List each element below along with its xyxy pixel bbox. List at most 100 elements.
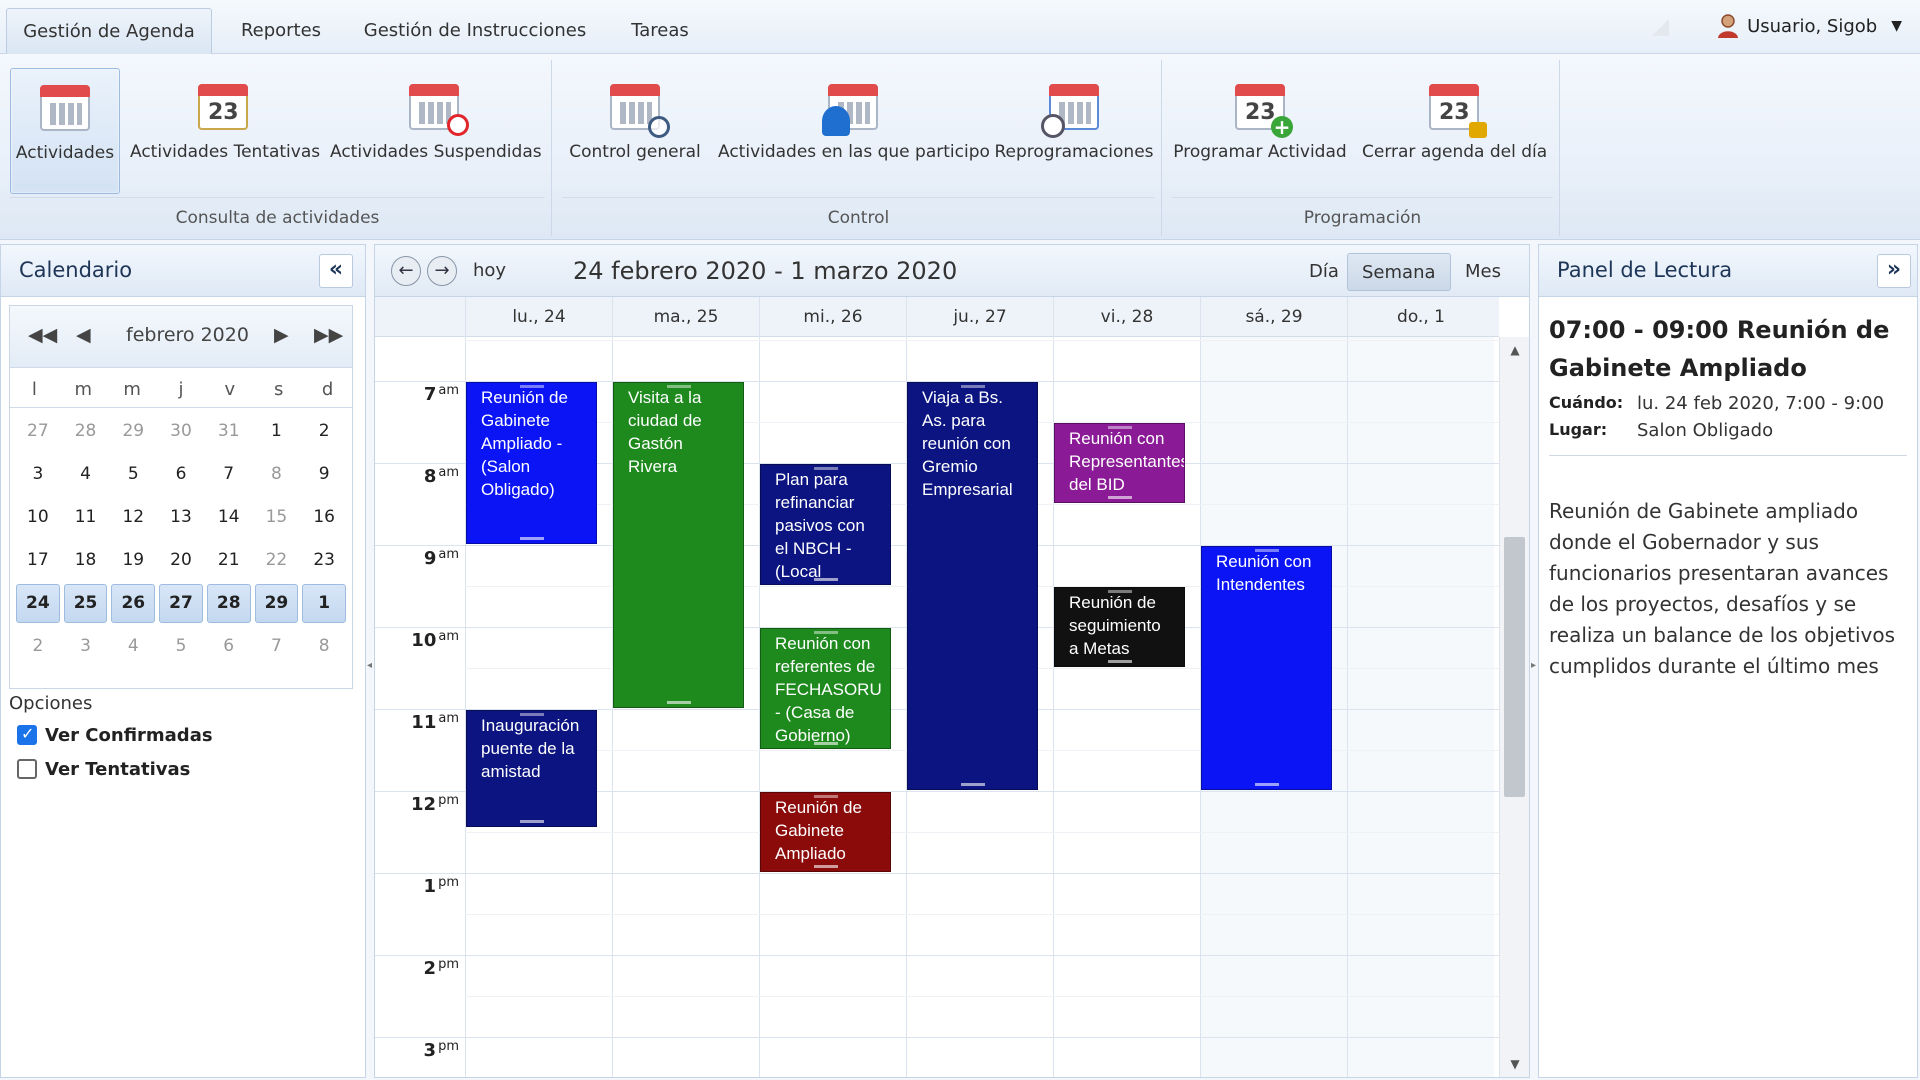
tab-tareas[interactable]: Tareas — [612, 8, 708, 54]
mini-calendar-day[interactable]: 3 — [62, 625, 110, 668]
mini-calendar-day[interactable]: 8 — [253, 453, 301, 496]
tab-gestion-instrucciones[interactable]: Gestión de Instrucciones — [356, 8, 594, 54]
day-column-header[interactable]: lu., 24 — [465, 297, 612, 337]
mini-calendar-day[interactable]: 27 — [14, 410, 62, 453]
next-year-icon[interactable]: ▶▶ — [314, 324, 343, 346]
day-column-header[interactable]: ma., 25 — [612, 297, 759, 337]
user-menu[interactable]: ◢ Usuario, Sigob ▼ — [1652, 12, 1902, 40]
mini-calendar-day[interactable]: 8 — [300, 625, 348, 668]
mini-calendar-day[interactable]: 16 — [300, 496, 348, 539]
ribbon-group-programacion: 23 + Programar Actividad 23 Cerrar agend… — [1166, 60, 1560, 236]
today-button[interactable]: hoy — [473, 260, 506, 281]
mini-calendar-day[interactable]: 23 — [300, 539, 348, 582]
scroll-down-icon[interactable]: ▼ — [1500, 1057, 1530, 1071]
calendar-event[interactable]: Reunión de Gabinete Ampliado — [760, 792, 891, 872]
mini-calendar-day[interactable]: 28 — [206, 584, 251, 623]
mini-calendar-day[interactable]: 14 — [205, 496, 253, 539]
calendar-event[interactable]: Plan para refinanciar pasivos con el NBC… — [760, 464, 891, 585]
mini-calendar-day[interactable]: 20 — [157, 539, 205, 582]
mini-calendar-day[interactable]: 22 — [253, 539, 301, 582]
hour-label: 9 am — [423, 547, 459, 569]
ver-tentativas-option[interactable]: Ver Tentativas — [17, 754, 213, 784]
actividades-suspendidas-button[interactable]: Actividades Suspendidas — [330, 68, 542, 194]
scroll-up-icon[interactable]: ▲ — [1500, 343, 1530, 357]
mini-calendar-day[interactable]: 28 — [62, 410, 110, 453]
mini-calendar-day[interactable]: 31 — [205, 410, 253, 453]
mini-calendar-day[interactable]: 17 — [14, 539, 62, 582]
view-day-button[interactable]: Día — [1295, 253, 1353, 291]
tab-gestion-agenda[interactable]: Gestión de Agenda — [6, 8, 212, 54]
main-tab-bar: Gestión de Agenda Reportes Gestión de In… — [0, 0, 1920, 54]
mini-calendar-day[interactable]: 4 — [109, 625, 157, 668]
collapse-left-button[interactable]: « — [319, 254, 353, 288]
calendar-event[interactable]: Viaja a Bs. As. para reunión con Gremio … — [907, 382, 1038, 790]
view-month-button[interactable]: Mes — [1451, 253, 1515, 291]
collapse-right-button[interactable]: » — [1877, 254, 1911, 288]
calendar-event[interactable]: Inauguración puente de la amistad — [466, 710, 597, 827]
mini-calendar-day[interactable]: 19 — [109, 539, 157, 582]
weekday-label: j — [178, 379, 184, 400]
cerrar-agenda-button[interactable]: 23 Cerrar agenda del día — [1362, 68, 1547, 194]
day-column[interactable] — [1347, 337, 1494, 1077]
day-column-header[interactable]: do., 1 — [1347, 297, 1494, 337]
tentativas-checkbox[interactable] — [17, 759, 37, 779]
scroll-thumb[interactable] — [1504, 537, 1525, 797]
mini-calendar-day[interactable]: 30 — [157, 410, 205, 453]
mini-calendar-day[interactable]: 1 — [302, 584, 346, 623]
mini-calendar-day[interactable]: 6 — [157, 453, 205, 496]
event-title: 07:00 - 09:00 Reunión de Gabinete Amplia… — [1549, 316, 1890, 382]
prev-month-icon[interactable]: ◀ — [76, 324, 91, 346]
mini-calendar-day[interactable]: 24 — [16, 584, 60, 623]
calendar-event[interactable]: Reunión con Intendentes — [1201, 546, 1332, 790]
actividades-button[interactable]: Actividades — [10, 68, 120, 194]
mini-calendar-day[interactable]: 5 — [109, 453, 157, 496]
reprogramaciones-button[interactable]: Reprogramaciones — [994, 68, 1154, 194]
mini-calendar-day[interactable]: 4 — [62, 453, 110, 496]
mini-calendar-day[interactable]: 5 — [157, 625, 205, 668]
mini-calendar-day[interactable]: 15 — [253, 496, 301, 539]
tab-reportes[interactable]: Reportes — [222, 8, 340, 54]
calendar-event[interactable]: Visita a la ciudad de Gastón Rivera — [613, 382, 744, 708]
programar-actividad-button[interactable]: 23 + Programar Actividad — [1172, 68, 1348, 194]
prev-week-button[interactable]: ← — [391, 256, 421, 286]
next-week-button[interactable]: → — [427, 256, 457, 286]
confirmadas-checkbox[interactable] — [17, 724, 37, 745]
calendar-event[interactable]: Reunión de Gabinete Ampliado - (Salon Ob… — [466, 382, 597, 544]
mini-calendar-day[interactable]: 21 — [205, 539, 253, 582]
ver-confirmadas-option[interactable]: Ver Confirmadas — [17, 720, 213, 750]
mini-calendar-day[interactable]: 7 — [253, 625, 301, 668]
day-column-header[interactable]: ju., 27 — [906, 297, 1053, 337]
user-name: Usuario, Sigob — [1747, 15, 1878, 37]
calendar-event[interactable]: Reunión con Representantes del BID — [1054, 423, 1185, 503]
control-general-button[interactable]: Control general — [562, 68, 708, 194]
view-week-button[interactable]: Semana — [1347, 253, 1451, 291]
day-column-header[interactable]: vi., 28 — [1053, 297, 1200, 337]
day-column-header[interactable]: sá., 29 — [1200, 297, 1347, 337]
mini-calendar-day[interactable]: 9 — [300, 453, 348, 496]
mini-calendar-day[interactable]: 6 — [205, 625, 253, 668]
actividades-participo-button[interactable]: Actividades en las que participo — [718, 68, 990, 194]
mini-calendar-day[interactable]: 7 — [205, 453, 253, 496]
day-column-header[interactable]: mi., 26 — [759, 297, 906, 337]
mini-calendar-day[interactable]: 27 — [159, 584, 203, 623]
mini-calendar-day[interactable]: 29 — [254, 584, 299, 623]
prev-year-icon[interactable]: ◀◀ — [28, 324, 57, 346]
mini-calendar-day[interactable]: 10 — [14, 496, 62, 539]
mini-calendar-day[interactable]: 13 — [157, 496, 205, 539]
mini-calendar-day[interactable]: 3 — [14, 453, 62, 496]
actividades-tentativas-button[interactable]: 23 Actividades Tentativas — [130, 68, 320, 194]
vertical-scrollbar[interactable]: ▲ ▼ — [1499, 337, 1529, 1077]
mini-calendar-day[interactable]: 2 — [14, 625, 62, 668]
calendar-event[interactable]: Reunión con referentes de FECHASORU - (C… — [760, 628, 891, 749]
mini-calendar-day[interactable]: 2 — [300, 410, 348, 453]
mini-calendar-day[interactable]: 12 — [109, 496, 157, 539]
mini-calendar-day[interactable]: 26 — [111, 584, 156, 623]
mini-calendar-day[interactable]: 18 — [62, 539, 110, 582]
mini-calendar-day[interactable]: 1 — [253, 410, 301, 453]
next-month-icon[interactable]: ▶ — [274, 324, 289, 346]
calendar-event[interactable]: Reunión de seguimiento a Metas — [1054, 587, 1185, 667]
mini-calendar-day[interactable]: 11 — [62, 496, 110, 539]
mini-calendar-day[interactable]: 29 — [109, 410, 157, 453]
mini-calendar-day[interactable]: 25 — [63, 584, 108, 623]
ribbon-group-control: Control general Actividades en las que p… — [556, 60, 1162, 236]
